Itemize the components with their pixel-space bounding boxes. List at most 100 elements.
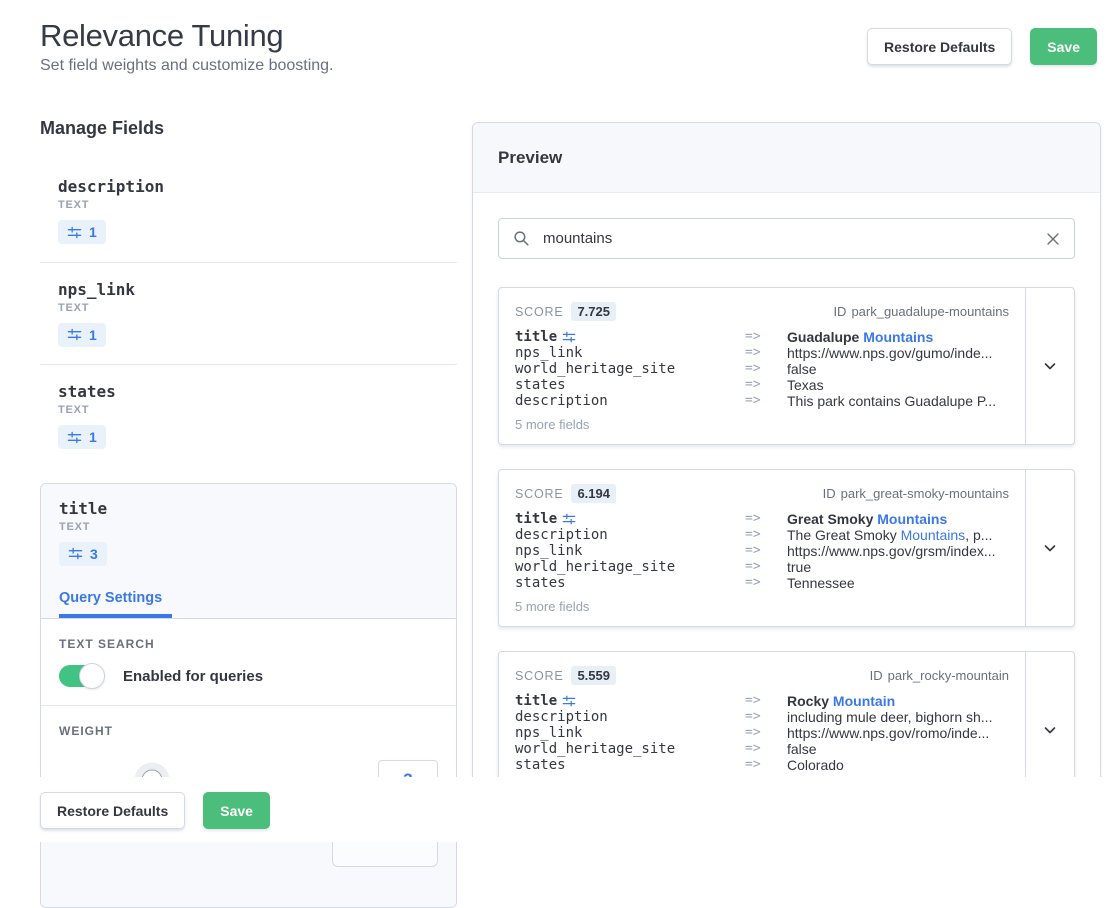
chevron-down-icon (1043, 723, 1057, 737)
weight-badge-value: 1 (89, 327, 97, 343)
arrow: => (745, 527, 787, 543)
result-field-value: Texas (787, 377, 1009, 393)
result-field-name: title (515, 693, 557, 709)
score-badge: 6.194 (571, 484, 616, 503)
result-field-name: world_heritage_site (515, 361, 745, 377)
result-field-value: false (787, 741, 1009, 757)
sliders-icon (562, 330, 576, 344)
toggle-knob[interactable] (79, 663, 105, 689)
field-card-title: title TEXT 3 Query Settings TEXT SEARCH (40, 483, 457, 908)
text-search-toggle[interactable] (59, 665, 103, 687)
toggle-label: Enabled for queries (123, 668, 263, 685)
restore-defaults-button[interactable]: Restore Defaults (867, 28, 1012, 65)
score-label: SCORE (515, 487, 563, 501)
tab-query-settings[interactable]: Query Settings (59, 590, 172, 618)
restore-defaults-button[interactable]: Restore Defaults (40, 792, 185, 829)
result-field-value: https://www.nps.gov/gumo/inde... (787, 345, 1009, 361)
preview-panel: Preview SCORE 7.725 (472, 122, 1101, 835)
arrow: => (745, 377, 787, 393)
weight-badge-value: 1 (89, 429, 97, 445)
result-field-value: true (787, 559, 1009, 575)
manage-fields-heading: Manage Fields (40, 118, 457, 139)
arrow: => (745, 361, 787, 377)
result-field-value: This park contains Guadalupe P... (787, 393, 1009, 409)
expand-result-button[interactable] (1025, 470, 1074, 626)
sliders-icon (67, 430, 82, 445)
result-field-value: The Great Smoky Mountains, p... (787, 527, 1009, 543)
score-label: SCORE (515, 669, 563, 683)
weight-label: WEIGHT (59, 724, 438, 738)
page-subtitle: Set field weights and customize boosting… (40, 57, 334, 75)
result-field-name: states (515, 757, 745, 773)
result-field-name: states (515, 377, 745, 393)
result-field-name: title (515, 329, 557, 345)
search-icon (513, 230, 530, 247)
search-bar (498, 218, 1075, 259)
field-type: TEXT (59, 521, 438, 533)
expand-result-button[interactable] (1025, 288, 1074, 444)
score-label: SCORE (515, 305, 563, 319)
sliders-icon (67, 327, 82, 342)
arrow: => (745, 741, 787, 757)
result-field-value: including mule deer, bighorn sh... (787, 709, 1009, 725)
score-badge: 5.559 (571, 666, 616, 685)
result-card: SCORE 7.725 ID park_guadalupe-mountains … (498, 287, 1075, 445)
page-header: Relevance Tuning Set field weights and c… (40, 18, 334, 75)
field-card-header[interactable]: title TEXT 3 Query Settings (41, 484, 456, 620)
id-label: ID (833, 304, 846, 319)
field-item-nps-link[interactable]: nps_link TEXT 1 (40, 263, 457, 366)
clear-search-button[interactable] (1046, 232, 1060, 246)
field-type: TEXT (58, 199, 457, 211)
header-actions: Restore Defaults Save (867, 28, 1097, 65)
arrow: => (745, 543, 787, 559)
field-name: title (59, 499, 438, 518)
preview-header: Preview (473, 123, 1100, 193)
result-id: park_great-smoky-mountains (841, 486, 1009, 501)
result-id: park_rocky-mountain (888, 668, 1009, 683)
weight-badge: 1 (58, 220, 106, 244)
chevron-down-icon (1043, 541, 1057, 555)
field-type: TEXT (58, 404, 457, 416)
field-name: states (58, 382, 457, 401)
text-search-label: TEXT SEARCH (59, 637, 438, 651)
result-id: park_guadalupe-mountains (851, 304, 1009, 319)
preview-title: Preview (498, 148, 562, 168)
result-field-value: Colorado (787, 757, 1009, 773)
arrow: => (745, 345, 787, 361)
save-button[interactable]: Save (203, 792, 270, 829)
result-card: SCORE 6.194 ID park_great-smoky-mountain… (498, 469, 1075, 627)
result-field-name: nps_link (515, 543, 745, 559)
result-field-value: Rocky Mountain (787, 693, 1009, 709)
result-field-name: states (515, 575, 745, 591)
close-icon (1046, 232, 1060, 246)
page-footer: Restore Defaults Save (0, 777, 1113, 842)
more-fields-text: 5 more fields (515, 599, 1009, 614)
result-field-name: world_heritage_site (515, 741, 745, 757)
sliders-icon (67, 225, 82, 240)
weight-badge: 1 (58, 425, 106, 449)
more-fields-text: 5 more fields (515, 417, 1009, 432)
arrow: => (745, 709, 787, 725)
field-item-description[interactable]: description TEXT 1 (40, 159, 457, 263)
result-field-name: description (515, 527, 745, 543)
result-field-value: https://www.nps.gov/romo/inde... (787, 725, 1009, 741)
weight-badge-value: 3 (90, 546, 98, 562)
field-type: TEXT (58, 302, 457, 314)
arrow: => (745, 559, 787, 575)
sliders-icon (68, 546, 83, 561)
id-label: ID (823, 486, 836, 501)
field-item-states[interactable]: states TEXT 1 (40, 365, 457, 467)
save-button[interactable]: Save (1030, 28, 1097, 65)
result-field-name: description (515, 709, 745, 725)
arrow: => (745, 693, 787, 709)
result-field-name: nps_link (515, 725, 745, 741)
chevron-down-icon (1043, 359, 1057, 373)
sliders-icon (562, 694, 576, 708)
arrow: => (745, 725, 787, 741)
arrow: => (745, 329, 787, 345)
search-input[interactable] (543, 230, 1046, 247)
page-title: Relevance Tuning (40, 18, 334, 54)
result-field-value: Great Smoky Mountains (787, 511, 1009, 527)
result-field-value: false (787, 361, 1009, 377)
weight-badge: 1 (58, 323, 106, 347)
